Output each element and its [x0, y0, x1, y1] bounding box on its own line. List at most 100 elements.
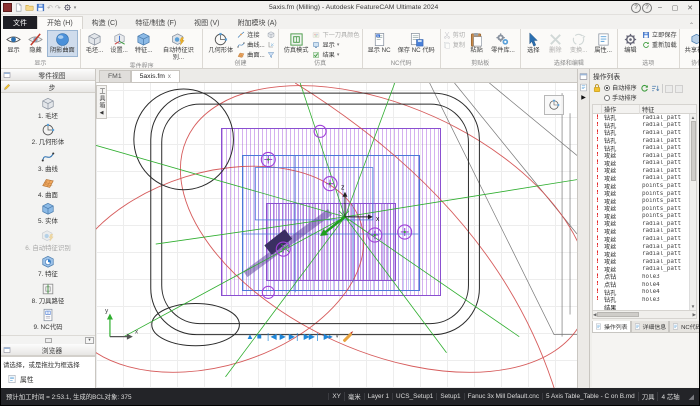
list-view-icon[interactable]	[665, 85, 673, 93]
ribbon-mini-button-lx[interactable]	[266, 40, 276, 49]
browser-icon[interactable]	[3, 346, 11, 354]
dock-icon-list[interactable]	[579, 83, 588, 92]
ribbon-button-cube-bolt[interactable]: 自动特征识别...	[156, 30, 200, 63]
operation-row-17[interactable]: !攻丝radial_patt	[593, 243, 689, 251]
document-tab-1[interactable]: 5axis.fmx	[131, 70, 180, 82]
status-item-5[interactable]: Fanuc 3x Mill Default.cnc	[464, 393, 542, 400]
ribbon-button-partlib[interactable]: 零件库...	[488, 30, 518, 57]
tab-close-icon[interactable]: x	[168, 74, 171, 80]
ops-tab-0[interactable]: 操作列表	[592, 321, 631, 333]
ribbon-button-result[interactable]: 结果▾	[312, 50, 359, 59]
ribbon-button-copy[interactable]: 复制	[443, 40, 465, 49]
manual-sort-radio[interactable]: 手动排序	[604, 93, 637, 102]
ribbon-button-nc-save[interactable]: 保存 NC 代码	[395, 30, 438, 57]
ribbon-button-paste[interactable]: 粘贴	[466, 30, 487, 57]
step-item-9[interactable]: 9. NC代码	[33, 308, 62, 331]
ribbon-button-circle[interactable]: 几何形体	[205, 30, 236, 57]
horizontal-scrollbar[interactable]: ◀ ▶	[592, 311, 697, 319]
playback-step-forward-button[interactable]: ▶❘	[289, 333, 300, 341]
steps-collapse-handle[interactable]	[45, 338, 52, 343]
annotate-pencil-icon[interactable]	[343, 332, 353, 342]
ribbon-button-nc-doc[interactable]: 显示 NC	[365, 30, 394, 57]
ribbon-button-share[interactable]: 共享视图	[682, 30, 699, 57]
ribbon-button-sphere[interactable]: 阴影曲面	[47, 30, 78, 57]
ribbon-button-gear[interactable]: 编辑	[620, 30, 641, 57]
open-file-icon[interactable]	[25, 3, 34, 12]
operation-row-9[interactable]: !攻丝points_patt	[593, 182, 689, 190]
menu-tab-0[interactable]: 开始 (H)	[37, 16, 83, 29]
ribbon-button-transform[interactable]: 变换...	[567, 30, 591, 57]
ribbon-button-connect[interactable]: 连接	[237, 30, 265, 39]
dock-expand-icon[interactable]: ▶	[581, 94, 586, 101]
horizontal-scroll-thumb[interactable]	[597, 312, 639, 317]
playback-play-button[interactable]: ▶	[280, 333, 285, 341]
operation-row-18[interactable]: !攻丝radial_patt	[593, 250, 689, 258]
status-item-4[interactable]: Setup1	[436, 393, 463, 400]
vertical-scroll-thumb[interactable]	[691, 121, 696, 181]
dock-icon-results[interactable]	[579, 72, 588, 81]
document-tab-0[interactable]: FM1	[99, 70, 131, 82]
ribbon-button-surface[interactable]: 曲面...	[237, 50, 265, 59]
ribbon-button-cube[interactable]: 毛坯...	[83, 30, 107, 57]
ribbon-button-cut[interactable]: 剪切	[443, 30, 465, 39]
operation-row-25[interactable]: 结果	[593, 303, 689, 311]
operation-row-6[interactable]: !攻丝radial_patt	[593, 159, 689, 167]
sort-icon[interactable]	[651, 84, 660, 93]
playback-dropdown-icon[interactable]: ▾	[336, 334, 339, 340]
menu-tab-1[interactable]: 构造 (C)	[83, 16, 127, 29]
ribbon-button-save-s[interactable]: 立即保存	[642, 30, 677, 39]
playback-eject-button[interactable]: ▲	[246, 333, 253, 341]
ribbon-button-reload-s[interactable]: 重新加载	[642, 40, 677, 49]
step-item-2[interactable]: 2. 几何形体	[32, 123, 65, 146]
menu-tab-2[interactable]: 特征/制造 (F)	[126, 16, 185, 29]
status-item-0[interactable]: XY	[328, 393, 344, 400]
maximize-button[interactable]: ▢	[668, 2, 682, 13]
ribbon-collapse-icon[interactable]: ⌃	[684, 22, 699, 29]
vertical-scrollbar[interactable]: ▲ ▼	[689, 114, 696, 310]
step-item-5[interactable]: 5. 实体	[38, 202, 58, 225]
playback-fast-forward-button[interactable]: ▶▶❘	[304, 333, 320, 341]
refresh-icon[interactable]	[640, 84, 649, 93]
status-item-8[interactable]: 4 芯轴	[657, 392, 682, 401]
operation-row-1[interactable]: !钻孔radial_patt	[593, 122, 689, 130]
ribbon-button-props[interactable]: 属性...	[591, 30, 615, 57]
save-icon[interactable]	[36, 3, 45, 12]
operation-column-header[interactable]: 操作	[602, 105, 640, 114]
close-button[interactable]: ✕	[683, 2, 697, 13]
customize-qat-icon[interactable]	[63, 3, 72, 12]
status-item-2[interactable]: Layer 1	[364, 393, 392, 400]
new-file-icon[interactable]	[14, 3, 23, 12]
scroll-right-icon[interactable]: ▶	[693, 312, 696, 318]
ribbon-button-eye[interactable]: 显示	[3, 30, 24, 57]
graphics-canvas[interactable]: x z y x 工具箱 ◀ ▲■❘◀	[96, 83, 577, 388]
step-item-1[interactable]: 1. 毛坯	[38, 97, 58, 120]
operation-row-0[interactable]: !钻孔radial_patt	[593, 114, 689, 122]
operation-row-11[interactable]: !攻丝points_patt	[593, 197, 689, 205]
playback-step-back-button[interactable]: ❘◀	[265, 333, 276, 341]
ribbon-button-sim[interactable]: 仿真模式	[281, 30, 312, 57]
ops-tab-2[interactable]: NC代码	[669, 321, 700, 333]
playback-play-to-end-button[interactable]: ▶▸	[324, 333, 332, 341]
steps-pencil-icon[interactable]	[3, 83, 11, 91]
status-item-1[interactable]: 毫米	[344, 392, 364, 401]
minimize-button[interactable]: –	[653, 2, 667, 13]
operation-row-13[interactable]: !攻丝points_patt	[593, 213, 689, 221]
operation-row-8[interactable]: !攻丝radial_patt	[593, 175, 689, 183]
menu-tab-3[interactable]: 视图 (V)	[185, 16, 228, 29]
properties-item[interactable]: 属性	[1, 372, 95, 388]
operation-row-24[interactable]: !钻孔hole3	[593, 296, 689, 304]
scroll-up-icon[interactable]: ▲	[691, 115, 695, 120]
status-item-6[interactable]: 5 Axis Table_Table - C on B.md	[542, 393, 638, 400]
operation-row-22[interactable]: !点钻hole4	[593, 281, 689, 289]
operation-row-10[interactable]: !攻丝points_patt	[593, 190, 689, 198]
status-item-3[interactable]: UCS_Setup1	[392, 393, 436, 400]
ops-tab-1[interactable]: 详细信息	[631, 321, 670, 333]
feature-column-header[interactable]: 特征	[640, 105, 696, 114]
auto-sort-radio[interactable]: 自动排序	[604, 83, 637, 92]
undo-icon[interactable]: ↶	[47, 4, 53, 12]
operation-row-5[interactable]: !攻丝radial_patt	[593, 152, 689, 160]
export-icon[interactable]	[675, 85, 683, 93]
operation-row-3[interactable]: !钻孔radial_patt	[593, 137, 689, 145]
step-item-3[interactable]: 3. 曲线	[38, 150, 58, 173]
ribbon-button-eye-off[interactable]: 隐藏	[25, 30, 46, 57]
